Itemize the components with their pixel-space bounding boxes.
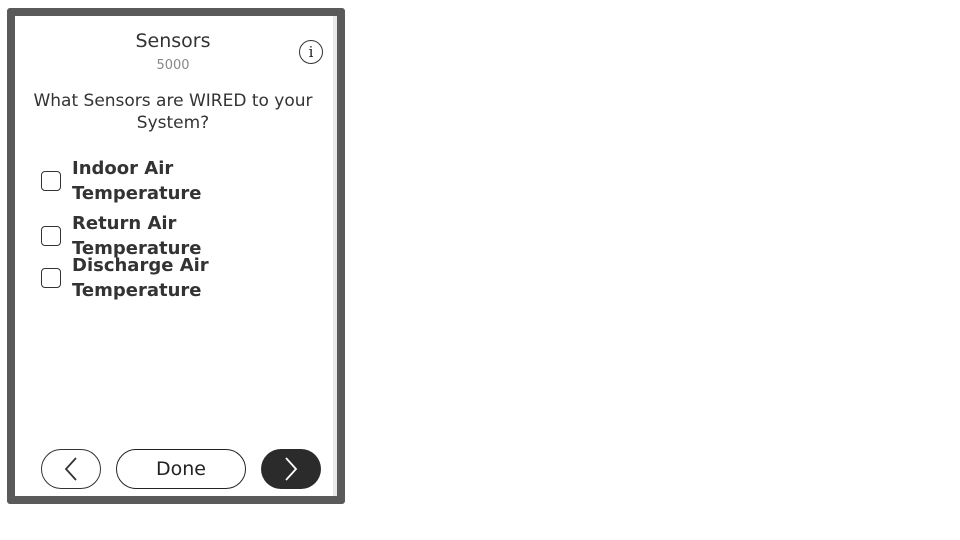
page-title: Sensors — [135, 30, 211, 52]
next-button[interactable] — [261, 449, 321, 489]
back-button[interactable] — [41, 449, 101, 489]
info-icon: i — [308, 43, 314, 61]
checkbox[interactable] — [41, 171, 61, 191]
checkbox[interactable] — [41, 226, 61, 246]
done-button[interactable]: Done — [116, 449, 246, 489]
screen-edge — [333, 16, 337, 496]
option-discharge-air-temperature[interactable]: Discharge Air Temperature — [41, 253, 308, 303]
checkbox[interactable] — [41, 268, 61, 288]
info-button[interactable]: i — [299, 40, 323, 64]
page-subtitle: 5000 — [156, 58, 190, 73]
option-label: Discharge Air Temperature — [72, 255, 209, 301]
chevron-left-icon — [63, 456, 79, 482]
option-indoor-air-temperature[interactable]: Indoor Air Temperature — [41, 156, 308, 206]
question-text: What Sensors are WIRED to your System? — [33, 91, 313, 133]
thermostat-screen: Sensors 5000 i What Sensors are WIRED to… — [7, 8, 345, 504]
option-label: Indoor Air Temperature — [72, 158, 202, 204]
chevron-right-icon — [283, 456, 299, 482]
